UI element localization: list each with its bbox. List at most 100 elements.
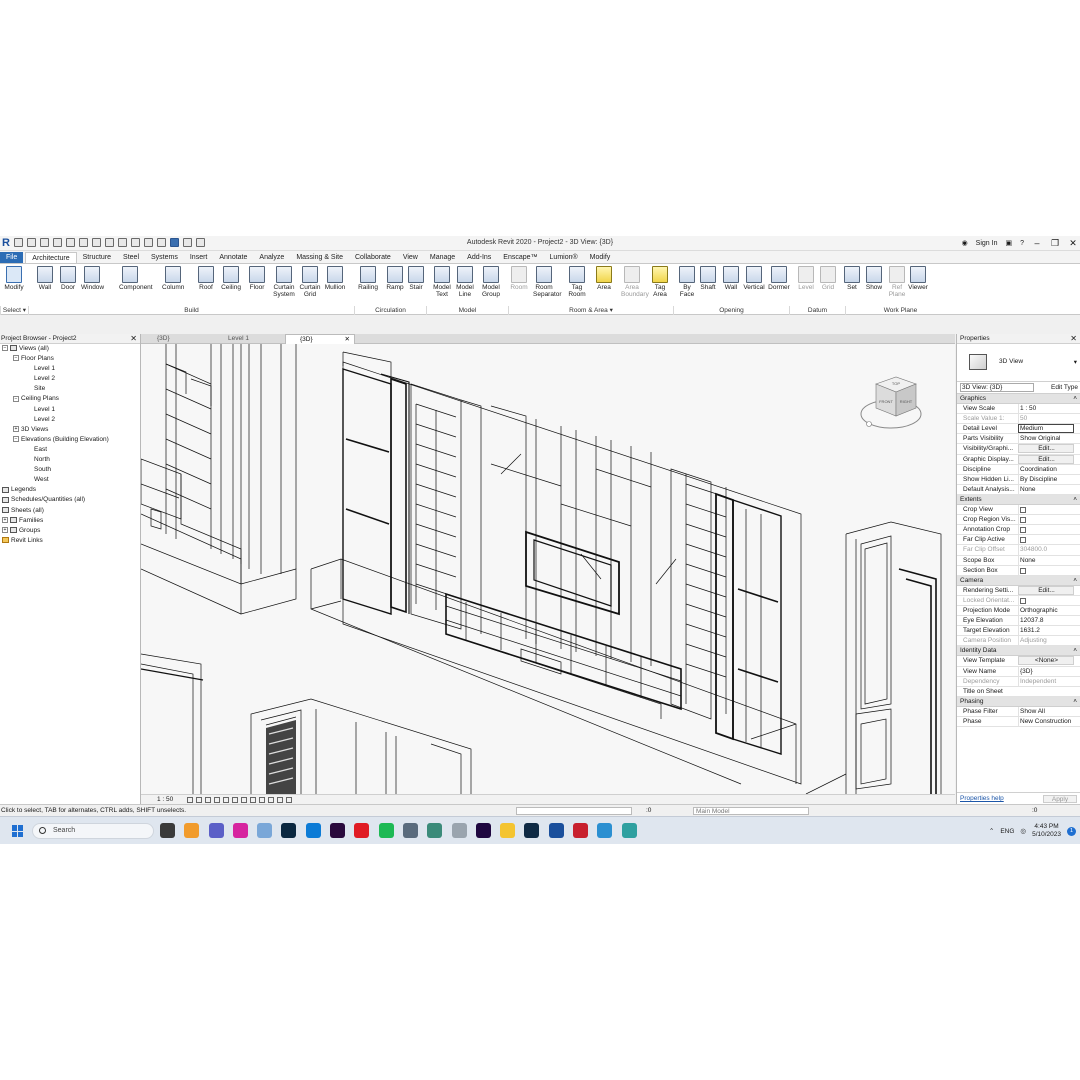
project-browser[interactable]: Project Browser - Project2 ✕ − Views (all… [0, 334, 141, 804]
chevron-down-icon[interactable]: ▾ [1074, 358, 1077, 366]
window-tool-button[interactable]: Window [81, 266, 104, 291]
tab-enscape[interactable]: Enscape™ [497, 252, 543, 263]
browser-item-south[interactable]: South [0, 465, 140, 475]
browser-item-level-1[interactable]: Level 1 [0, 364, 140, 374]
view-cube-front-label[interactable]: FRONT [879, 399, 893, 404]
expand-icon[interactable]: + [2, 516, 8, 523]
checkbox[interactable] [1020, 507, 1026, 514]
checkbox[interactable] [1020, 567, 1026, 574]
notification-badge[interactable]: 1 [1067, 826, 1076, 836]
collapse-icon[interactable]: − [13, 436, 19, 443]
clock[interactable]: 4:43 PM 5/10/2023 [1032, 823, 1061, 839]
tab-modify[interactable]: Modify [584, 252, 617, 263]
browser-item-legends[interactable]: Legends [0, 485, 140, 495]
column-tool-button[interactable]: Column [162, 266, 184, 291]
browser-item-families[interactable]: + Families [0, 516, 140, 526]
collapse-icon[interactable]: − [2, 345, 8, 352]
browser-item-west[interactable]: West [0, 475, 140, 485]
panel-title-build[interactable]: Build [28, 306, 354, 315]
model-3d-view[interactable]: TOP FRONT RIGHT [141, 344, 955, 794]
mullion-tool-button[interactable]: Mullion [324, 266, 346, 291]
worksharing-icon[interactable] [277, 797, 283, 803]
browser-item-elevations-building-elevation[interactable]: − Elevations (Building Elevation) [0, 435, 140, 445]
panel-title-select[interactable]: Select ▾ [0, 306, 28, 315]
property-group-header[interactable]: Graphics ˄ [957, 394, 1080, 405]
tab-analyze[interactable]: Analyze [253, 252, 290, 263]
weather-icon[interactable] [184, 823, 200, 838]
collapse-icon[interactable]: ˄ [1073, 394, 1077, 404]
edge-icon[interactable] [305, 823, 321, 838]
browser-item-ceiling-plans[interactable]: − Ceiling Plans [0, 394, 140, 404]
view-tab[interactable]: Level 1 [214, 334, 284, 344]
room-tool-button[interactable]: Room [508, 266, 530, 291]
curtain-grid-tool-button[interactable]: Curtain Grid [299, 266, 321, 298]
restore-icon[interactable]: ❐ [1050, 238, 1060, 248]
browser-item-sheets-all[interactable]: Sheets (all) [0, 506, 140, 516]
browser-item-schedules-quantities-all[interactable]: Schedules/Quantities (all) [0, 495, 140, 505]
model-group-tool-button[interactable]: Model Group [480, 266, 502, 298]
close-icon[interactable]: ✕ [130, 334, 137, 344]
panel-title-datum[interactable]: Datum [789, 306, 845, 315]
level-tool-button[interactable]: Level [795, 266, 817, 291]
model-text-tool-button[interactable]: Model Text [431, 266, 453, 298]
browser-item-east[interactable]: East [0, 445, 140, 455]
floor-tool-button[interactable]: Floor [246, 266, 268, 291]
view-tab[interactable]: {3D} ✕ [285, 334, 355, 344]
railing-tool-button[interactable]: Railing [357, 266, 379, 291]
tab-structure[interactable]: Structure [77, 252, 117, 263]
tab-add-ins[interactable]: Add-Ins [461, 252, 497, 263]
panel-title-circulation[interactable]: Circulation [354, 306, 426, 315]
view-tab[interactable]: {3D} [143, 334, 213, 344]
network-app-icon[interactable] [402, 823, 418, 838]
property-value[interactable]: 12037.8 [1018, 616, 1074, 627]
chevron-up-icon[interactable]: ⌃ [989, 827, 994, 835]
drawing-area[interactable]: TOP FRONT RIGHT [141, 344, 955, 794]
property-group-header[interactable]: Phasing ˄ [957, 696, 1080, 707]
twinmotion-icon[interactable] [621, 823, 637, 838]
model-line-tool-button[interactable]: Model Line [454, 266, 476, 298]
area-boundary-tool-button[interactable]: Area Boundary [621, 266, 649, 298]
wall-opening-tool-button[interactable]: Wall [720, 266, 742, 291]
cart-icon[interactable]: ▣ [1005, 239, 1012, 247]
browser-item-groups[interactable]: + Groups [0, 526, 140, 536]
property-value[interactable]: Medium [1018, 424, 1074, 434]
property-value[interactable]: Edit... [1018, 454, 1074, 464]
close-icon[interactable]: ✕ [1070, 334, 1077, 344]
acrobat-icon[interactable] [573, 823, 589, 838]
tab-view[interactable]: View [397, 252, 424, 263]
tab-annotate[interactable]: Annotate [213, 252, 253, 263]
tab-collaborate[interactable]: Collaborate [349, 252, 397, 263]
premiere-icon[interactable] [330, 823, 346, 838]
property-group-header[interactable]: Camera ˄ [957, 575, 1080, 586]
stair-tool-button[interactable]: Stair [405, 266, 427, 291]
panel-title-room-area[interactable]: Room & Area ▾ [508, 306, 673, 315]
edit-type-button[interactable]: Edit Type [1051, 382, 1078, 394]
browser-item-revit-links[interactable]: Revit Links [0, 536, 140, 546]
type-selector[interactable]: 3D View ▾ [957, 344, 1080, 382]
checkbox[interactable] [1020, 537, 1026, 544]
component-tool-button[interactable]: Component [119, 266, 153, 291]
by-face-tool-button[interactable]: By Face [676, 266, 698, 298]
browser-item-north[interactable]: North [0, 455, 140, 465]
browser-item-site[interactable]: Site [0, 384, 140, 394]
sun-path-icon[interactable] [205, 797, 211, 803]
help-icon[interactable]: ? [1020, 240, 1024, 247]
analytical-model-icon[interactable] [286, 797, 292, 803]
instagram-icon[interactable] [232, 823, 248, 838]
photos-icon[interactable] [257, 823, 273, 838]
expand-icon[interactable]: + [2, 526, 8, 533]
view-cube-top-label[interactable]: TOP [892, 381, 900, 386]
property-value[interactable]: <None> [1018, 656, 1074, 666]
instance-filter-select[interactable]: 3D View: {3D} [960, 383, 1034, 392]
after-effects-icon[interactable] [475, 823, 491, 838]
area-tool-button[interactable]: Area [593, 266, 615, 291]
tag-area-tool-button[interactable]: Tag Area [649, 266, 671, 298]
tab-manage[interactable]: Manage [424, 252, 461, 263]
room-separator-tool-button[interactable]: Room Separator [533, 266, 562, 298]
task-view-icon[interactable] [160, 823, 175, 838]
collapse-icon[interactable]: ˄ [1073, 495, 1077, 505]
browser-item-3d-views[interactable]: +3D Views [0, 425, 140, 435]
property-value[interactable]: Edit... [1018, 444, 1074, 454]
tab-lumion[interactable]: Lumion® [544, 252, 584, 263]
opera-icon[interactable] [354, 823, 370, 838]
